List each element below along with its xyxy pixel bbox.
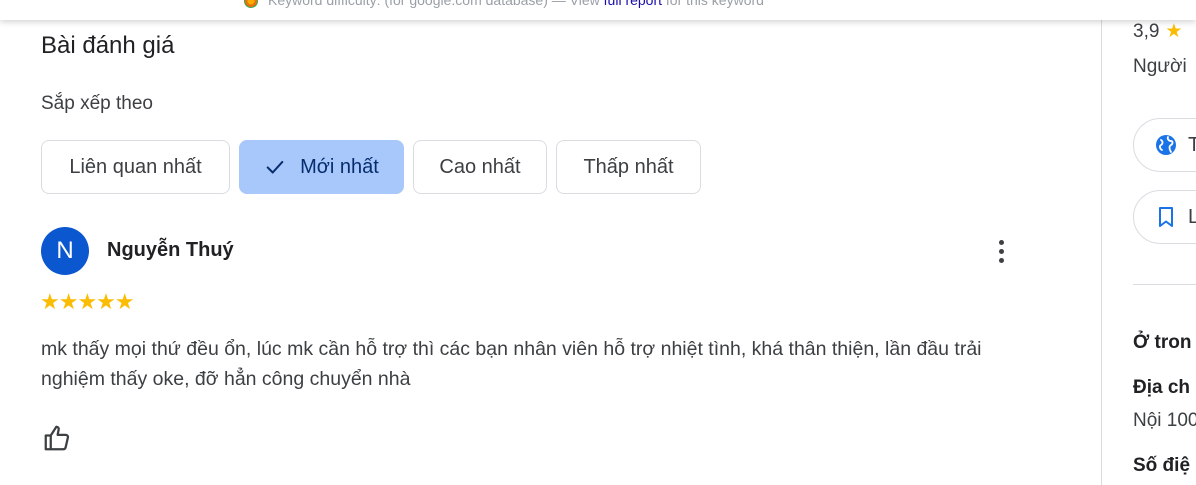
review-text: mk thấy mọi thứ đều ổn, lúc mk cần hỗ tr… [41,338,982,390]
check-icon [266,160,284,174]
review-stars: ★★★★★ [40,289,135,314]
full-report-link[interactable]: full report [604,0,662,8]
keyword-difficulty-text: Keyword difficulty: (for google.com data… [244,0,764,9]
overall-rating: 3,9 ★ [1133,21,1183,42]
located-in-label: Ở tron [1133,332,1192,353]
website-button[interactable]: T [1133,118,1196,172]
globe-icon [1156,135,1176,155]
reviewer-name[interactable]: Nguyễn Thuý [107,239,234,262]
rating-star-icon: ★ [1165,21,1183,42]
thumb-up-icon [44,425,70,450]
more-vert-icon [998,239,1004,245]
save-button[interactable]: L [1133,190,1196,244]
more-options-button[interactable] [982,232,1020,270]
place-details: Ở tron Địa ch Nội 100 Số điệ [1101,325,1196,485]
sort-label: Sắp xếp theo [41,93,153,114]
phone-label: Số điệ [1133,455,1191,476]
bookmark-icon [1159,207,1173,227]
reviews-title: Bài đánh giá [41,32,175,59]
address-value[interactable]: Nội 100 [1133,410,1196,432]
keyword-difficulty-bar: Keyword difficulty: (for google.com data… [0,0,1196,20]
address-label: Địa ch [1133,377,1191,398]
like-button[interactable] [38,420,76,458]
sort-lowest-button[interactable]: Thấp nhất [556,140,701,194]
sort-highest-button[interactable]: Cao nhất [413,140,547,194]
reviewer-count: Người [1133,56,1187,77]
avatar[interactable]: N [41,227,89,275]
extension-logo-icon [244,0,258,9]
reviews-panel: Bài đánh giá Sắp xếp theo Liên quan nhất… [0,0,1100,485]
sort-newest-button[interactable]: Mới nhất [239,140,404,194]
sidebar-divider [1133,284,1196,285]
sort-relevant-button[interactable]: Liên quan nhất [41,140,230,194]
